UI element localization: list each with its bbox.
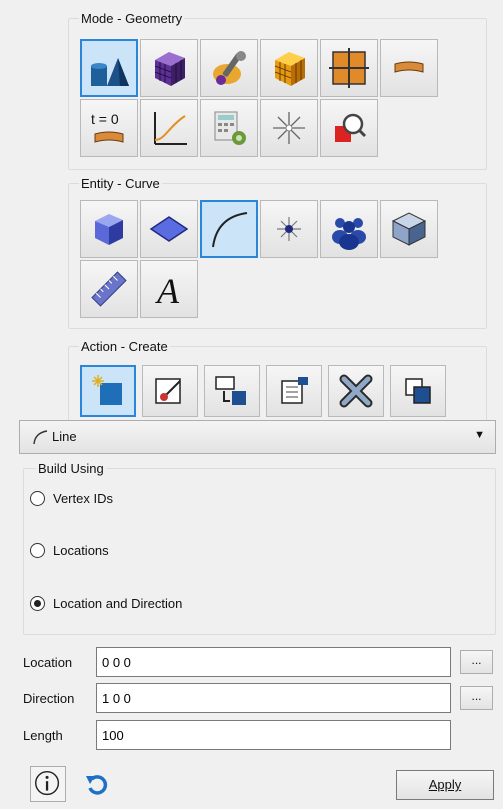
- action-transform-button[interactable]: [204, 365, 260, 417]
- info-icon: [35, 771, 60, 796]
- transform-move-icon: [215, 376, 246, 405]
- light-star-icon: [273, 112, 305, 144]
- time-zero-icon: t = 0: [91, 111, 124, 143]
- build-using-title: Build Using: [36, 461, 106, 476]
- quad-grid-icon: [329, 48, 369, 88]
- curve-arc-icon: [212, 212, 248, 248]
- entity-body-button[interactable]: [380, 200, 438, 258]
- sheet-surface-icon: [394, 61, 424, 73]
- action-group-title: Action - Create: [79, 339, 170, 354]
- curve-type-dropdown[interactable]: Line ▼: [19, 420, 496, 454]
- radio-vertex-ids[interactable]: Vertex IDs: [30, 488, 290, 508]
- radio-label: Locations: [53, 542, 109, 558]
- chevron-down-icon: ▼: [474, 429, 485, 441]
- modify-brush-icon: [155, 378, 181, 404]
- location-input[interactable]: [96, 647, 451, 677]
- calculator-gear-icon: [214, 111, 246, 145]
- mesh-cube-icon: [154, 52, 185, 86]
- radio-dot[interactable]: [30, 490, 45, 506]
- delete-x-icon: [339, 374, 373, 408]
- direction-label: Direction: [23, 691, 75, 706]
- surface-diamond-icon: [149, 216, 189, 242]
- radio-label: Location and Direction: [53, 595, 183, 611]
- radio-dot[interactable]: [30, 542, 45, 558]
- length-input[interactable]: [96, 720, 451, 750]
- ruler-icon: [91, 271, 127, 307]
- radio-locations[interactable]: Locations: [30, 540, 290, 560]
- entity-label-button[interactable]: A: [140, 260, 198, 318]
- mode-geometry-button[interactable]: [80, 39, 138, 97]
- apply-button[interactable]: Apply: [396, 770, 494, 800]
- action-create-button[interactable]: [80, 365, 136, 417]
- radio-location-and-direction[interactable]: Location and Direction: [30, 593, 290, 613]
- curve-type-label: Line: [52, 429, 77, 444]
- entity-measure-button[interactable]: [80, 260, 138, 318]
- properties-sheet-icon: [281, 377, 308, 404]
- action-modify-button[interactable]: [142, 365, 198, 417]
- geometry-shapes-icon: [91, 58, 129, 86]
- t-zero-text: t = 0: [91, 111, 119, 127]
- magnify-inspect-icon: [335, 113, 367, 142]
- direction-input[interactable]: [96, 683, 451, 713]
- copy-windows-icon: [405, 378, 431, 404]
- entity-curve-button[interactable]: [200, 200, 258, 258]
- people-group-icon: [332, 218, 366, 250]
- mode-light-button[interactable]: [260, 99, 318, 157]
- location-browse-button[interactable]: ...: [460, 650, 493, 674]
- mode-hex-mesh-button[interactable]: [260, 39, 318, 97]
- curve-arc-icon: [33, 430, 48, 445]
- mode-time-button[interactable]: t = 0: [80, 99, 138, 157]
- entity-surface-button[interactable]: [140, 200, 198, 258]
- action-copy-button[interactable]: [390, 365, 446, 417]
- entity-group-title: Entity - Curve: [79, 176, 162, 191]
- xy-plot-icon: [154, 112, 187, 145]
- mode-sheet-button[interactable]: [380, 39, 438, 97]
- entity-vertex-button[interactable]: [260, 200, 318, 258]
- reset-button[interactable]: [80, 768, 114, 802]
- wrench-tools-icon: [213, 51, 246, 85]
- info-button[interactable]: [30, 766, 66, 802]
- create-new-icon: [92, 375, 122, 405]
- hex-mesh-icon: [274, 52, 305, 86]
- mode-grid-button[interactable]: [320, 39, 378, 97]
- entity-volume-button[interactable]: [80, 200, 138, 258]
- volume-cube-icon: [95, 214, 123, 245]
- mode-group-title: Mode - Geometry: [79, 11, 185, 26]
- mode-calculator-button[interactable]: [200, 99, 258, 157]
- mode-mesh-button[interactable]: [140, 39, 198, 97]
- mode-inspect-button[interactable]: [320, 99, 378, 157]
- letter-a-text: A: [155, 271, 180, 311]
- mode-plot-button[interactable]: [140, 99, 198, 157]
- location-label: Location: [23, 655, 73, 670]
- apply-label: Apply: [428, 777, 462, 792]
- mode-tools-button[interactable]: [200, 39, 258, 97]
- length-label: Length: [23, 728, 63, 743]
- direction-browse-button[interactable]: ...: [460, 686, 493, 710]
- reset-icon: [86, 775, 108, 795]
- radio-dot-selected[interactable]: [30, 595, 45, 611]
- body-box-icon: [391, 212, 427, 246]
- entity-group-button[interactable]: [320, 200, 378, 258]
- text-letter-icon: A: [155, 271, 180, 311]
- action-properties-button[interactable]: [266, 365, 322, 417]
- radio-label: Vertex IDs: [53, 490, 113, 506]
- action-delete-button[interactable]: [328, 365, 384, 417]
- vertex-star-icon: [277, 217, 301, 241]
